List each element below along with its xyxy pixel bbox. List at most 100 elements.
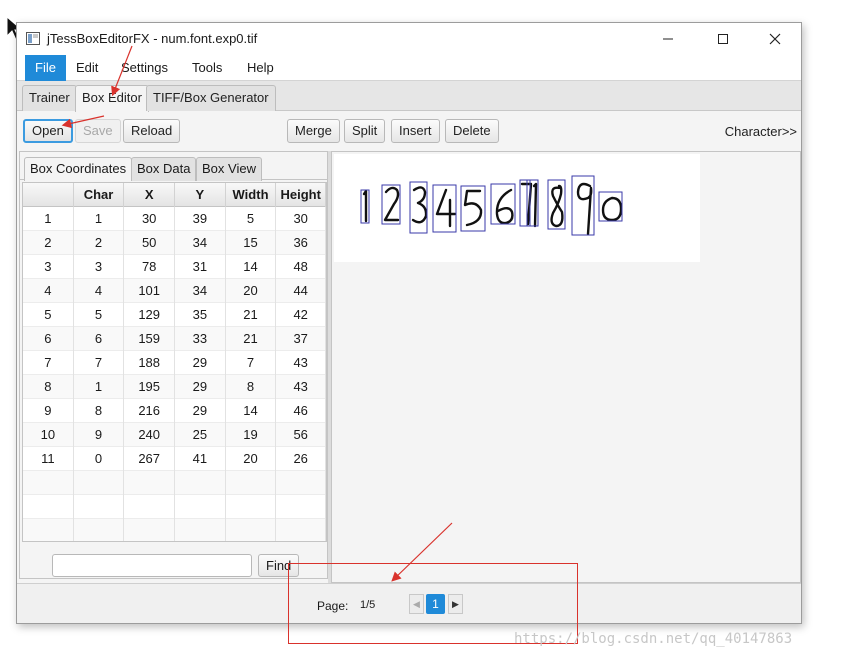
column-header-height[interactable]: Height xyxy=(276,183,326,207)
tab-box-editor[interactable]: Box Editor xyxy=(75,85,149,112)
table-row[interactable]: 3 3 78 31 14 48 xyxy=(23,255,326,279)
cell-x[interactable]: 159 xyxy=(124,327,176,351)
cell-height[interactable]: 44 xyxy=(276,279,326,303)
tab-trainer[interactable]: Trainer xyxy=(22,85,77,111)
menu-help[interactable]: Help xyxy=(237,55,284,81)
cell-width[interactable]: 20 xyxy=(226,279,277,303)
cell-height[interactable]: 43 xyxy=(276,351,326,375)
cell-x[interactable] xyxy=(124,519,176,541)
table-row[interactable]: 7 7 188 29 7 43 xyxy=(23,351,326,375)
cell-y[interactable]: 29 xyxy=(175,351,226,375)
table-row[interactable]: 8 1 195 29 8 43 xyxy=(23,375,326,399)
cell-x[interactable]: 101 xyxy=(124,279,176,303)
tab-box-coordinates[interactable]: Box Coordinates xyxy=(24,157,133,181)
table-row[interactable]: 1 1 30 39 5 30 xyxy=(23,207,326,231)
cell-height[interactable] xyxy=(276,471,326,495)
table-row[interactable]: 9 8 216 29 14 46 xyxy=(23,399,326,423)
menu-file[interactable]: File xyxy=(25,55,66,81)
cell-x[interactable]: 188 xyxy=(124,351,176,375)
table-row[interactable]: 2 2 50 34 15 36 xyxy=(23,231,326,255)
cell-row-index[interactable]: 7 xyxy=(23,351,74,375)
table-row[interactable]: 5 5 129 35 21 42 xyxy=(23,303,326,327)
title-bar[interactable]: jTessBoxEditorFX - num.font.exp0.tif xyxy=(17,23,801,55)
cell-y[interactable]: 41 xyxy=(175,447,226,471)
cell-char[interactable]: 4 xyxy=(74,279,125,303)
cell-width[interactable]: 14 xyxy=(226,399,277,423)
column-header-width[interactable]: Width xyxy=(226,183,277,207)
cell-char[interactable] xyxy=(74,471,125,495)
table-row[interactable]: 4 4 101 34 20 44 xyxy=(23,279,326,303)
maximize-button[interactable] xyxy=(700,23,746,55)
close-button[interactable] xyxy=(752,23,798,55)
cell-row-index[interactable]: 4 xyxy=(23,279,74,303)
cell-char[interactable]: 1 xyxy=(74,207,125,231)
table-row[interactable]: 10 9 240 25 19 56 xyxy=(23,423,326,447)
cell-width[interactable]: 8 xyxy=(226,375,277,399)
cell-row-index[interactable]: 9 xyxy=(23,399,74,423)
menu-settings[interactable]: Settings xyxy=(111,55,178,81)
cell-width[interactable] xyxy=(226,519,277,541)
cell-height[interactable]: 56 xyxy=(276,423,326,447)
cell-row-index[interactable]: 10 xyxy=(23,423,74,447)
table-row[interactable] xyxy=(23,471,326,495)
menu-edit[interactable]: Edit xyxy=(66,55,108,81)
cell-y[interactable]: 29 xyxy=(175,399,226,423)
merge-button[interactable]: Merge xyxy=(287,119,340,143)
table-row[interactable] xyxy=(23,495,326,519)
cell-y[interactable] xyxy=(175,471,226,495)
cell-y[interactable] xyxy=(175,519,226,541)
menu-tools[interactable]: Tools xyxy=(182,55,232,81)
table-row[interactable]: 6 6 159 33 21 37 xyxy=(23,327,326,351)
cell-y[interactable]: 29 xyxy=(175,375,226,399)
cell-row-index[interactable]: 5 xyxy=(23,303,74,327)
table-row[interactable]: 11 0 267 41 20 26 xyxy=(23,447,326,471)
cell-y[interactable] xyxy=(175,495,226,519)
cell-x[interactable]: 50 xyxy=(124,231,176,255)
cell-width[interactable]: 21 xyxy=(226,327,277,351)
cell-row-index[interactable] xyxy=(23,495,74,519)
cell-char[interactable]: 2 xyxy=(74,231,125,255)
cell-width[interactable]: 21 xyxy=(226,303,277,327)
cell-row-index[interactable]: 2 xyxy=(23,231,74,255)
cell-y[interactable]: 35 xyxy=(175,303,226,327)
cell-char[interactable]: 6 xyxy=(74,327,125,351)
column-header-x[interactable]: X xyxy=(124,183,176,207)
insert-button[interactable]: Insert xyxy=(391,119,440,143)
cell-height[interactable] xyxy=(276,495,326,519)
cell-y[interactable]: 34 xyxy=(175,279,226,303)
cell-width[interactable]: 5 xyxy=(226,207,277,231)
cell-x[interactable]: 30 xyxy=(124,207,176,231)
open-button[interactable]: Open xyxy=(23,119,73,143)
cell-char[interactable]: 9 xyxy=(74,423,125,447)
find-input[interactable] xyxy=(52,554,252,577)
cell-row-index[interactable]: 1 xyxy=(23,207,74,231)
reload-button[interactable]: Reload xyxy=(123,119,181,143)
minimize-button[interactable] xyxy=(645,23,691,55)
tab-tiff-box-generator[interactable]: TIFF/Box Generator xyxy=(146,85,276,111)
column-header-y[interactable]: Y xyxy=(175,183,226,207)
cell-x[interactable]: 267 xyxy=(124,447,176,471)
cell-x[interactable] xyxy=(124,471,176,495)
cell-height[interactable]: 43 xyxy=(276,375,326,399)
cell-char[interactable] xyxy=(74,519,125,541)
cell-x[interactable]: 216 xyxy=(124,399,176,423)
cell-x[interactable] xyxy=(124,495,176,519)
cell-height[interactable]: 48 xyxy=(276,255,326,279)
character-panel-toggle[interactable]: Character>> xyxy=(725,124,797,139)
save-button[interactable]: Save xyxy=(75,119,121,143)
cell-char[interactable]: 7 xyxy=(74,351,125,375)
cell-width[interactable]: 15 xyxy=(226,231,277,255)
cell-width[interactable] xyxy=(226,471,277,495)
cell-y[interactable]: 39 xyxy=(175,207,226,231)
column-header[interactable] xyxy=(23,183,74,207)
table-row[interactable] xyxy=(23,519,326,541)
cell-row-index[interactable]: 6 xyxy=(23,327,74,351)
box-coordinates-table[interactable]: Char X Y Width Height 1 1 30 39 5 30 2 2 50 34 15 3… xyxy=(22,182,327,542)
cell-x[interactable]: 129 xyxy=(124,303,176,327)
delete-button[interactable]: Delete xyxy=(445,119,499,143)
cell-height[interactable]: 42 xyxy=(276,303,326,327)
cell-row-index[interactable]: 8 xyxy=(23,375,74,399)
cell-char[interactable]: 3 xyxy=(74,255,125,279)
cell-width[interactable]: 14 xyxy=(226,255,277,279)
cell-height[interactable]: 30 xyxy=(276,207,326,231)
